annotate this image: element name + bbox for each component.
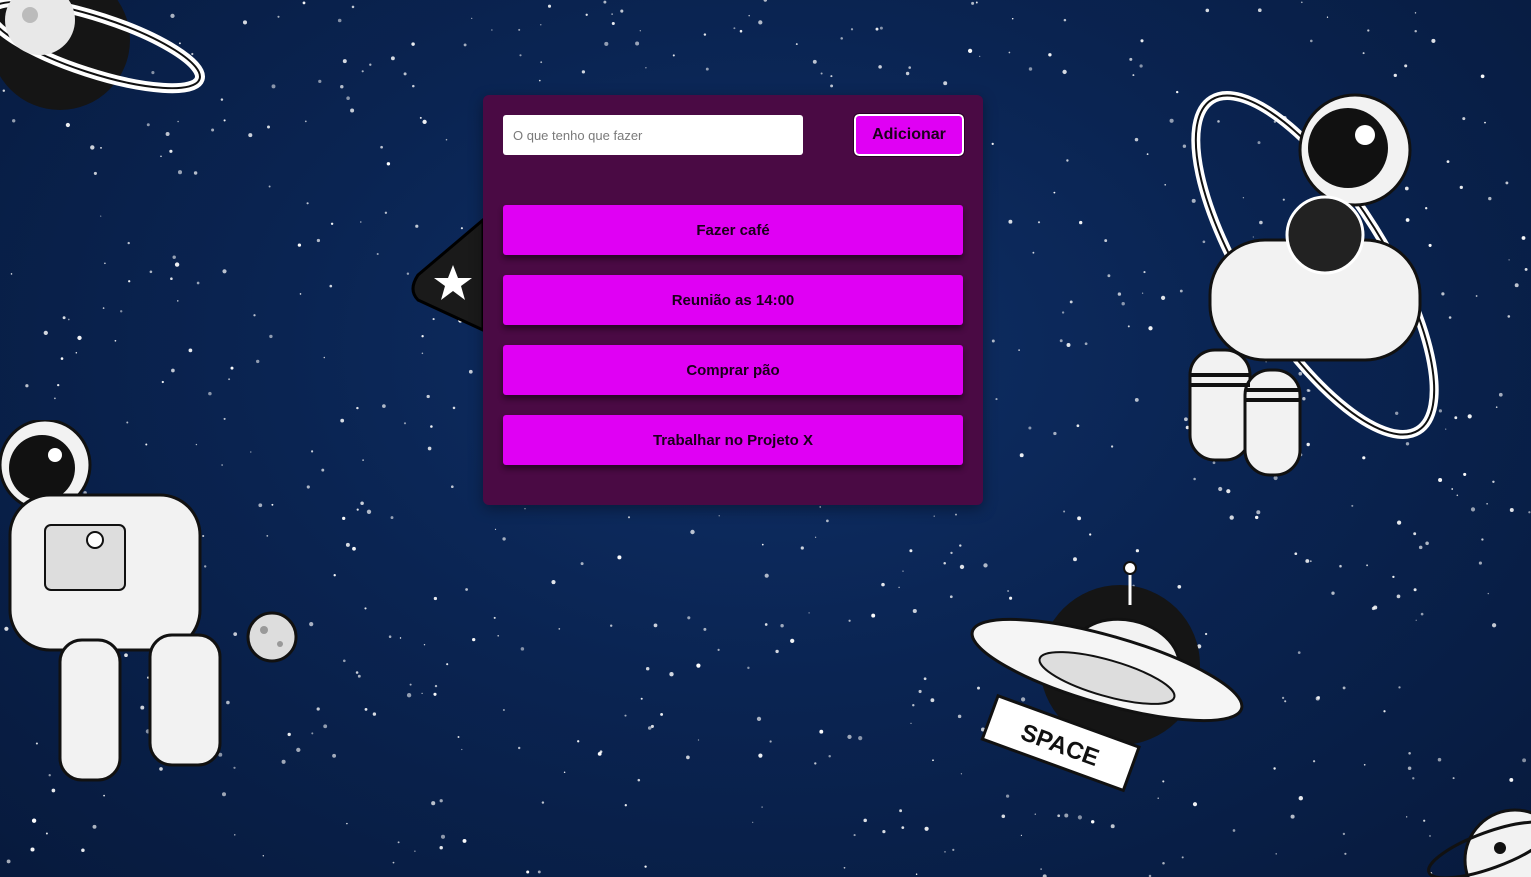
task-item[interactable]: Fazer café xyxy=(503,205,963,255)
astronaut-ring-icon xyxy=(1188,91,1439,477)
task-item[interactable]: Reunião as 14:00 xyxy=(503,275,963,325)
ufo-space-icon: SPACE xyxy=(970,561,1244,793)
task-input[interactable] xyxy=(503,115,803,155)
saturn-planet-icon xyxy=(0,0,205,110)
star-badge-icon xyxy=(411,216,485,333)
task-item[interactable]: Trabalhar no Projeto X xyxy=(503,415,963,465)
add-task-button[interactable]: Adicionar xyxy=(853,113,965,157)
planet-corner-icon xyxy=(1427,808,1531,877)
astronaut-floating-icon xyxy=(0,420,298,782)
task-list: Fazer café Reunião as 14:00 Comprar pão … xyxy=(503,205,963,485)
task-item[interactable]: Comprar pão xyxy=(503,345,963,395)
todo-panel: Adicionar Fazer café Reunião as 14:00 Co… xyxy=(483,95,983,505)
